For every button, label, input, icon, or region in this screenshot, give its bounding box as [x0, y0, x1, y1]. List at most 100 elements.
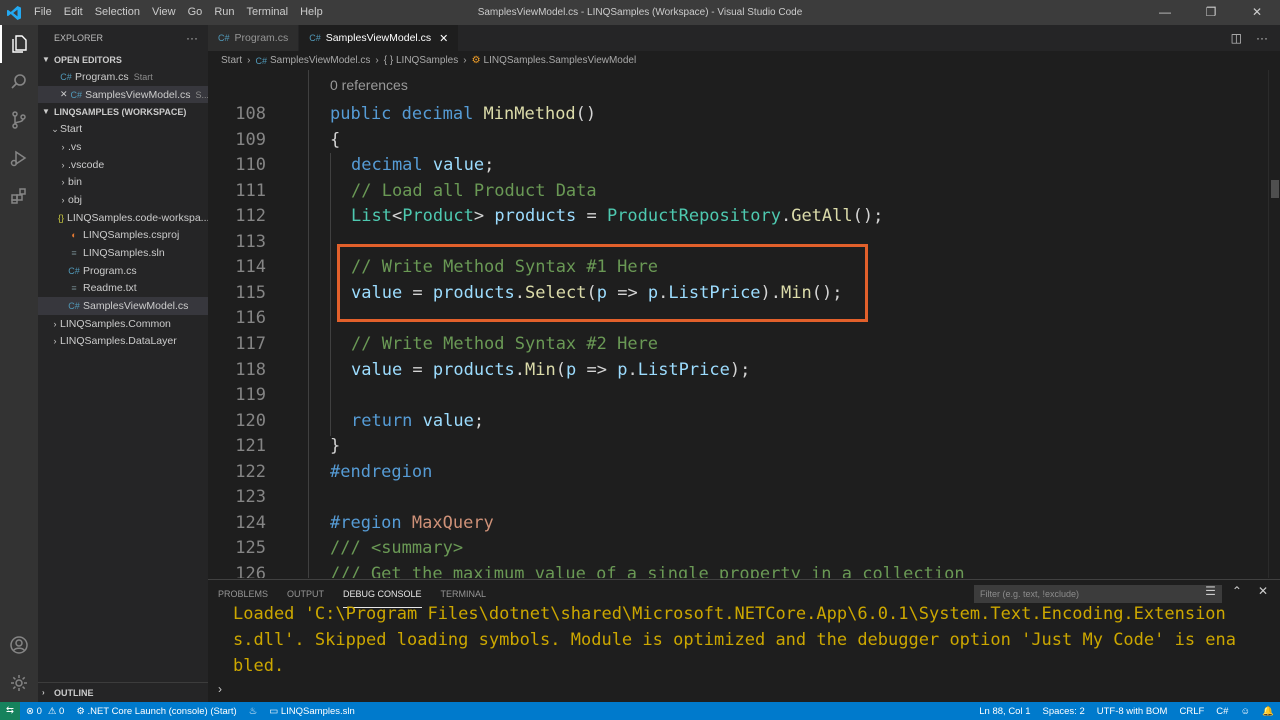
remote-indicator-icon[interactable]: ⇆: [0, 702, 20, 720]
menu-file[interactable]: File: [28, 0, 58, 25]
code-line: 117 // Write Method Syntax #2 Here: [208, 332, 1268, 358]
feedback-icon[interactable]: ☺: [1234, 706, 1256, 717]
tree-item-label: LINQSamples.code-workspa...: [67, 211, 208, 224]
solution-item[interactable]: ▭ LINQSamples.sln: [263, 706, 361, 717]
tree-item[interactable]: C# SamplesViewModel.cs: [38, 297, 208, 315]
chevron-right-icon: ›: [53, 318, 57, 329]
tree-item-label: Program.cs: [83, 264, 137, 277]
code-token: public: [330, 104, 402, 124]
menu-help[interactable]: Help: [294, 0, 329, 25]
menu-terminal[interactable]: Terminal: [241, 0, 295, 25]
code-token: products: [432, 359, 515, 380]
warnings-count[interactable]: ⚠ 0: [48, 706, 70, 717]
tree-item[interactable]: ◐ LINQSamples.csproj: [38, 227, 208, 245]
workspace-section[interactable]: ▼ LINQSAMPLES (WORKSPACE): [38, 103, 208, 120]
menu-bar: File Edit Selection View Go Run Terminal…: [28, 0, 329, 25]
chevron-up-icon[interactable]: ⌃: [1232, 584, 1242, 598]
tree-item[interactable]: ⌄ Start: [38, 120, 208, 138]
open-editor-item[interactable]: C# Program.cs Start: [38, 68, 208, 86]
code-line: 112 List<Product> products = ProductRepos…: [208, 204, 1268, 230]
line-number: 112: [235, 206, 266, 227]
minimize-button[interactable]: —: [1142, 0, 1188, 25]
menu-run[interactable]: Run: [208, 0, 240, 25]
menu-go[interactable]: Go: [182, 0, 209, 25]
tree-item[interactable]: › .vs: [38, 138, 208, 156]
tree-item[interactable]: ≡ Readme.txt: [38, 280, 208, 298]
console-prompt[interactable]: ›: [218, 682, 222, 696]
line-endings[interactable]: CRLF: [1173, 706, 1210, 717]
tree-item[interactable]: {} LINQSamples.code-workspa...: [38, 209, 208, 227]
line-number: 111: [235, 180, 266, 201]
errors-count[interactable]: ⊗ 0: [20, 706, 48, 717]
debug-icon: ⚙: [76, 705, 88, 717]
tree-item[interactable]: C# Program.cs: [38, 262, 208, 280]
debug-console-output: Loaded 'C:\Program Files\dotnet\shared\M…: [233, 601, 1236, 679]
open-editor-item-active[interactable]: ✕ C# SamplesViewModel.cs S...: [38, 85, 208, 104]
open-editor-name: Program.cs: [75, 70, 129, 83]
code-token: decimal: [401, 104, 484, 124]
code-line: 111 // Load all Product Data: [208, 179, 1268, 205]
close-window-button[interactable]: ✕: [1234, 0, 1280, 25]
open-editors-section[interactable]: ▼ OPEN EDITORS: [38, 51, 208, 68]
restore-button[interactable]: ❐: [1188, 0, 1234, 25]
line-number: 114: [235, 257, 266, 278]
language-mode[interactable]: C#: [1210, 706, 1234, 717]
debug-launch-config[interactable]: ⚙ .NET Core Launch (console) (Start): [70, 706, 242, 717]
code-token: Product: [402, 206, 474, 227]
tree-item[interactable]: › LINQSamples.Common: [38, 315, 208, 333]
tab-samplesviewmodel-cs[interactable]: C# SamplesViewModel.cs ✕: [299, 25, 460, 51]
more-actions-icon[interactable]: ···: [186, 31, 198, 45]
tree-item[interactable]: ≡ LINQSamples.sln: [38, 244, 208, 262]
code-editor[interactable]: 0 references 108 public decimal MinMethod…: [208, 70, 1268, 578]
outline-section[interactable]: › OUTLINE: [38, 682, 208, 702]
split-editor-icon[interactable]: ◫: [1231, 31, 1242, 45]
more-actions-icon[interactable]: ···: [1256, 31, 1268, 45]
line-number: 115: [235, 282, 266, 303]
menu-edit[interactable]: Edit: [58, 0, 89, 25]
code-line: 120 return value;: [208, 409, 1268, 435]
menu-view[interactable]: View: [146, 0, 182, 25]
codelens-references[interactable]: 0 references: [330, 77, 408, 93]
breadcrumb-item[interactable]: Start: [221, 55, 242, 66]
code-token: return: [351, 410, 423, 431]
scrollbar-thumb[interactable]: [1271, 180, 1279, 198]
breadcrumb-item[interactable]: { } LINQSamples: [384, 55, 458, 66]
encoding[interactable]: UTF-8 with BOM: [1091, 706, 1174, 717]
code-token: value: [432, 155, 485, 176]
accounts-icon[interactable]: [0, 626, 38, 664]
close-tab-icon[interactable]: ✕: [439, 32, 448, 45]
tree-item[interactable]: › bin: [38, 173, 208, 191]
csharp-file-icon: C#: [68, 265, 80, 276]
cursor-position[interactable]: Ln 88, Col 1: [973, 706, 1036, 717]
run-debug-icon[interactable]: [0, 139, 38, 177]
code-token: >: [473, 206, 495, 227]
tree-item[interactable]: › .vscode: [38, 156, 208, 174]
search-icon[interactable]: [0, 63, 38, 101]
tab-program-cs[interactable]: C# Program.cs: [208, 25, 300, 51]
tree-item[interactable]: › LINQSamples.DataLayer: [38, 333, 208, 351]
line-number: 118: [235, 359, 266, 380]
flame-icon[interactable]: ♨: [243, 706, 264, 717]
vscode-logo-icon: [0, 0, 28, 25]
close-icon[interactable]: ✕: [60, 89, 68, 100]
code-token: value: [351, 359, 403, 380]
breadcrumb-item[interactable]: SamplesViewModel.cs: [270, 55, 370, 66]
clear-console-icon[interactable]: ☰: [1205, 584, 1216, 598]
close-panel-icon[interactable]: ✕: [1258, 584, 1268, 598]
code-token: ListPrice: [637, 359, 730, 380]
chevron-right-icon: ›: [42, 688, 45, 697]
code-token: =: [402, 359, 433, 380]
breadcrumb-item[interactable]: LINQSamples.SamplesViewModel: [484, 55, 637, 66]
source-control-icon[interactable]: [0, 101, 38, 139]
chevron-down-icon: ▼: [42, 55, 50, 64]
tree-item[interactable]: › obj: [38, 191, 208, 209]
code-line: 118 value = products.Min(p => p.ListPrice…: [208, 358, 1268, 384]
code-token: (: [555, 359, 567, 380]
notifications-icon[interactable]: 🔔: [1256, 706, 1280, 717]
menu-selection[interactable]: Selection: [89, 0, 146, 25]
editor-scrollbar[interactable]: [1268, 70, 1280, 578]
manage-gear-icon[interactable]: [0, 664, 38, 702]
extensions-icon[interactable]: [0, 177, 38, 215]
explorer-icon[interactable]: [0, 25, 38, 63]
indentation[interactable]: Spaces: 2: [1037, 706, 1091, 717]
